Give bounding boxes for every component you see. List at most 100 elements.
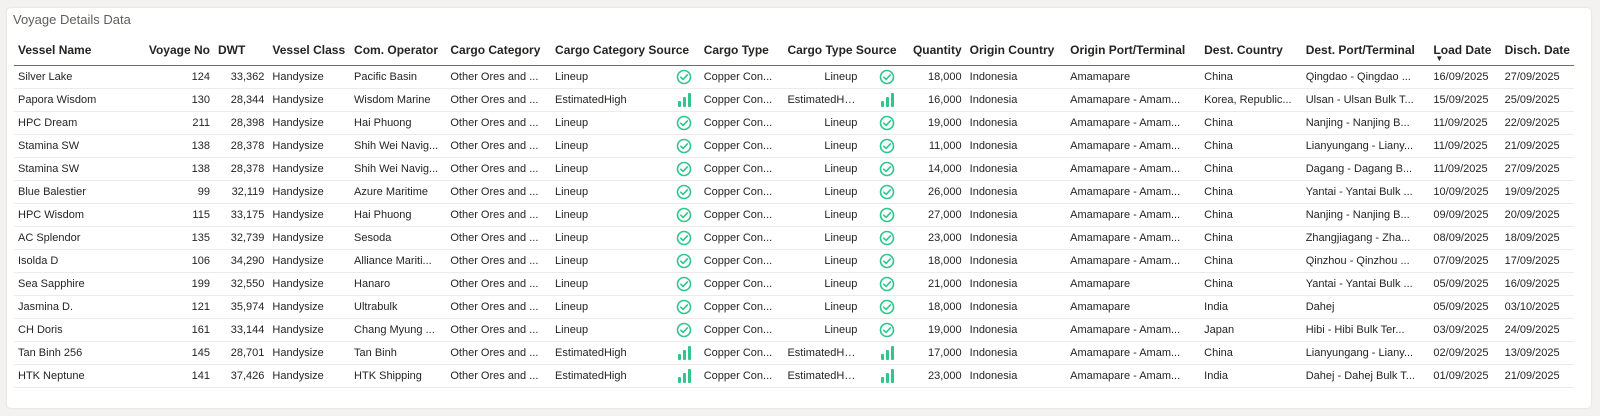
signal-bars-icon (880, 346, 894, 360)
cell-com-operator: Azure Maritime (350, 180, 447, 204)
cell-cargo-category-source-icon (668, 249, 700, 273)
cell-cargo-category-source: Lineup (551, 249, 669, 273)
cell-com-operator: Chang Myung ... (350, 318, 447, 342)
signal-bars-icon (677, 93, 691, 107)
col-header-cargo-type-source[interactable]: Cargo Type Source (783, 35, 903, 66)
cell-origin-country: Indonesia (965, 341, 1067, 365)
col-header-cargo-category[interactable]: Cargo Category (446, 35, 552, 66)
cell-dest-country: China (1200, 272, 1302, 296)
cell-voyage-no: 161 (131, 318, 214, 342)
cell-com-operator: Shih Wei Navig... (350, 157, 447, 181)
table-row[interactable]: Sea Sapphire 199 32,550 Handysize Hanaro… (14, 272, 1574, 296)
cell-vessel-name: HTK Neptune (14, 364, 132, 388)
cell-load-date: 01/09/2025 (1429, 364, 1501, 388)
table-row[interactable]: HTK Neptune 141 37,426 Handysize HTK Shi… (14, 364, 1574, 388)
check-circle-icon (676, 184, 692, 200)
cell-cargo-category: Other Ores and ... (446, 203, 552, 227)
cell-cargo-category-source-icon (668, 111, 700, 135)
check-circle-icon (676, 253, 692, 269)
cell-cargo-category: Other Ores and ... (446, 341, 552, 365)
cell-com-operator: HTK Shipping (350, 364, 447, 388)
cell-vessel-name: HPC Wisdom (14, 203, 132, 227)
table-row[interactable]: Silver Lake 124 33,362 Handysize Pacific… (14, 65, 1574, 89)
cell-vessel-name: Stamina SW (14, 157, 132, 181)
cell-vessel-class: Handysize (268, 249, 351, 273)
cell-cargo-type-source: EstimatedHigh (783, 364, 872, 388)
col-header-cargo-category-source[interactable]: Cargo Category Source (551, 35, 700, 66)
cell-com-operator: Pacific Basin (350, 65, 447, 89)
voyage-details-visual: Voyage Details Data Vessel Name Voyage N… (7, 8, 1591, 408)
cell-voyage-no: 106 (131, 249, 214, 273)
col-header-load-date[interactable]: Load Date ▼ (1429, 35, 1501, 66)
cell-quantity: 17,000 (902, 341, 966, 365)
col-header-dest-port[interactable]: Dest. Port/Terminal (1301, 35, 1430, 66)
cell-origin-country: Indonesia (965, 295, 1067, 319)
cell-com-operator: Alliance Mariti... (350, 249, 447, 273)
voyage-details-table: Vessel Name Voyage No DWT Vessel Class C… (14, 35, 1574, 388)
col-header-vessel-class[interactable]: Vessel Class (268, 35, 351, 66)
cell-vessel-class: Handysize (268, 364, 351, 388)
col-header-origin-port[interactable]: Origin Port/Terminal (1066, 35, 1201, 66)
col-header-disch-date[interactable]: Disch. Date (1500, 35, 1574, 66)
table-row[interactable]: CH Doris 161 33,144 Handysize Chang Myun… (14, 318, 1574, 342)
cell-vessel-class: Handysize (268, 65, 351, 89)
table-row[interactable]: Stamina SW 138 28,378 Handysize Shih Wei… (14, 134, 1574, 158)
cell-origin-port: Amamapare - Amam... (1066, 341, 1201, 365)
check-circle-icon (879, 230, 895, 246)
cell-dest-country: China (1200, 157, 1302, 181)
cell-cargo-category-source-icon (668, 203, 700, 227)
cell-dwt: 32,550 (213, 272, 269, 296)
cell-origin-port: Amamapare (1066, 272, 1201, 296)
cell-quantity: 19,000 (902, 318, 966, 342)
table-row[interactable]: Stamina SW 138 28,378 Handysize Shih Wei… (14, 157, 1574, 181)
table-row[interactable]: Tan Binh 256 145 28,701 Handysize Tan Bi… (14, 341, 1574, 365)
cell-disch-date: 20/09/2025 (1500, 203, 1574, 227)
check-circle-icon (879, 253, 895, 269)
cell-dwt: 28,378 (213, 157, 269, 181)
cell-cargo-type: Copper Con... (699, 226, 784, 250)
cell-cargo-type-source-icon (871, 180, 903, 204)
cell-dest-country: Japan (1200, 318, 1302, 342)
col-header-origin-country[interactable]: Origin Country (965, 35, 1067, 66)
cell-origin-port: Amamapare - Amam... (1066, 111, 1201, 135)
table-row[interactable]: HPC Dream 211 28,398 Handysize Hai Phuon… (14, 111, 1574, 135)
table-row[interactable]: HPC Wisdom 115 33,175 Handysize Hai Phuo… (14, 203, 1574, 227)
cell-com-operator: Hanaro (350, 272, 447, 296)
cell-cargo-category-source: Lineup (551, 295, 669, 319)
col-header-quantity[interactable]: Quantity (902, 35, 966, 66)
cell-origin-port: Amamapare - Amam... (1066, 88, 1201, 112)
check-circle-icon (879, 322, 895, 338)
cell-disch-date: 17/09/2025 (1500, 249, 1574, 273)
col-header-voyage-no[interactable]: Voyage No (131, 35, 214, 66)
cell-cargo-category-source: Lineup (551, 134, 669, 158)
cell-cargo-category: Other Ores and ... (446, 65, 552, 89)
cell-vessel-name: Isolda D (14, 249, 132, 273)
cell-cargo-type-source: EstimatedHigh (783, 341, 872, 365)
cell-voyage-no: 121 (131, 295, 214, 319)
cell-dwt: 32,739 (213, 226, 269, 250)
table-row[interactable]: Papora Wisdom 130 28,344 Handysize Wisdo… (14, 88, 1574, 112)
cell-origin-country: Indonesia (965, 157, 1067, 181)
cell-disch-date: 27/09/2025 (1500, 157, 1574, 181)
col-header-dwt[interactable]: DWT (213, 35, 269, 66)
table-row[interactable]: AC Splendor 135 32,739 Handysize Sesoda … (14, 226, 1574, 250)
cell-load-date: 07/09/2025 (1429, 249, 1501, 273)
table-row[interactable]: Blue Balestier 99 32,119 Handysize Azure… (14, 180, 1574, 204)
table-row[interactable]: Isolda D 106 34,290 Handysize Alliance M… (14, 249, 1574, 273)
cell-vessel-class: Handysize (268, 180, 351, 204)
col-header-com-operator[interactable]: Com. Operator (350, 35, 447, 66)
cell-vessel-name: Jasmina D. (14, 295, 132, 319)
cell-cargo-type-source-icon (871, 88, 903, 112)
col-header-cargo-type[interactable]: Cargo Type (699, 35, 784, 66)
table-row[interactable]: Jasmina D. 121 35,974 Handysize Ultrabul… (14, 295, 1574, 319)
cell-cargo-category: Other Ores and ... (446, 249, 552, 273)
col-header-dest-country[interactable]: Dest. Country (1200, 35, 1302, 66)
cell-dwt: 33,175 (213, 203, 269, 227)
cell-dest-port: Qinzhou - Qinzhou ... (1301, 249, 1430, 273)
cell-cargo-category-source-icon (668, 341, 700, 365)
cell-disch-date: 24/09/2025 (1500, 318, 1574, 342)
col-header-vessel-name[interactable]: Vessel Name (14, 35, 132, 66)
cell-cargo-category-source: Lineup (551, 65, 669, 89)
cell-dest-country: China (1200, 134, 1302, 158)
cell-cargo-type-source-icon (871, 157, 903, 181)
